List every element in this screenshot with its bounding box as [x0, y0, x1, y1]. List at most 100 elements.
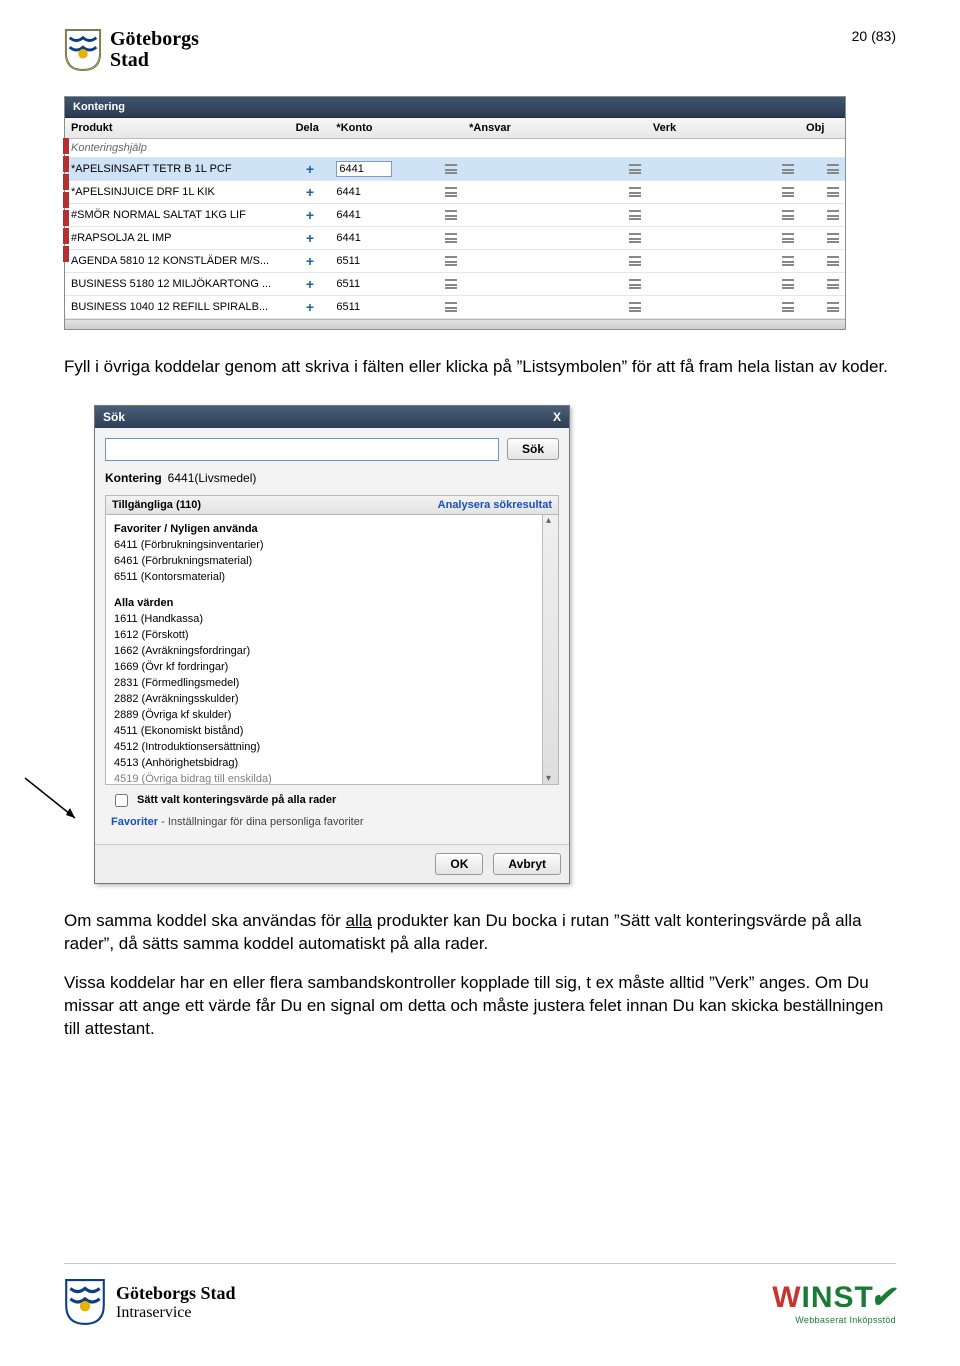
konto-value: 6511 [336, 278, 360, 290]
list-icon[interactable] [827, 256, 839, 266]
list-item[interactable]: 2882 (Avräkningsskulder) [112, 691, 540, 707]
cell-produkt: #SMÖR NORMAL SALTAT 1KG LIF [65, 204, 290, 227]
vertical-scrollbar[interactable] [542, 515, 558, 784]
plus-icon[interactable]: + [303, 253, 317, 269]
plus-icon[interactable]: + [303, 299, 317, 315]
table-row[interactable]: BUSINESS 5180 12 MILJÖKARTONG ... +6511 [65, 273, 845, 296]
list-item[interactable]: 4512 (Introduktionsersättning) [112, 739, 540, 755]
cell-produkt: *APELSINJUICE DRF 1L KIK [65, 181, 290, 204]
horizontal-scrollbar[interactable] [65, 319, 845, 329]
table-row[interactable]: BUSINESS 1040 12 REFILL SPIRALB... +6511 [65, 296, 845, 319]
list-icon[interactable] [782, 279, 794, 289]
konto-input[interactable] [336, 161, 392, 177]
list-icon[interactable] [445, 187, 457, 197]
col-produkt: Produkt [65, 118, 290, 139]
list-icon[interactable] [629, 187, 641, 197]
search-input[interactable] [105, 438, 499, 461]
table-row[interactable]: AGENDA 5810 12 KONSTLÄDER M/S...+6511 [65, 250, 845, 273]
search-button[interactable]: Sök [507, 438, 559, 460]
list-item [112, 585, 540, 591]
list-icon[interactable] [827, 164, 839, 174]
list-icon[interactable] [782, 210, 794, 220]
list-icon[interactable] [445, 279, 457, 289]
cell-produkt: *APELSINSAFT TETR B 1L PCF [65, 158, 290, 181]
page-number: 20 (83) [852, 28, 896, 44]
apply-all-rows-checkbox[interactable] [115, 794, 128, 807]
cell-produkt: BUSINESS 1040 12 REFILL SPIRALB... [65, 296, 290, 319]
table-row[interactable]: #RAPSOLJA 2L IMP +6441 [65, 227, 845, 250]
list-icon[interactable] [629, 256, 641, 266]
list-item[interactable]: 1611 (Handkassa) [112, 611, 540, 627]
list-icon[interactable] [629, 164, 641, 174]
list-item[interactable]: 1612 (Förskott) [112, 627, 540, 643]
list-icon[interactable] [629, 210, 641, 220]
list-icon[interactable] [782, 233, 794, 243]
footer-logo-intraservice: Göteborgs Stad Intraservice [64, 1278, 236, 1326]
plus-icon[interactable]: + [303, 184, 317, 200]
ok-button[interactable]: OK [435, 853, 483, 875]
list-section-head: Alla värden [112, 595, 540, 611]
plus-icon[interactable]: + [303, 207, 317, 223]
list-item[interactable]: 6461 (Förbrukningsmaterial) [112, 553, 540, 569]
list-icon[interactable] [827, 210, 839, 220]
list-icon[interactable] [827, 302, 839, 312]
col-dela: Dela [290, 118, 331, 139]
list-item[interactable]: 4519 (Övriga bidrag till enskilda) [112, 771, 540, 785]
panel-title: Kontering [65, 97, 845, 118]
col-verk: Verk [647, 118, 800, 139]
list-item[interactable]: 2889 (Övriga kf skulder) [112, 707, 540, 723]
list-icon[interactable] [782, 187, 794, 197]
list-item[interactable]: 6411 (Förbrukningsinventarier) [112, 537, 540, 553]
help-row: Konteringshjälp [65, 139, 845, 158]
list-item[interactable]: 2831 (Förmedlingsmedel) [112, 675, 540, 691]
logo-line2: Stad [110, 50, 199, 71]
plus-icon[interactable]: + [303, 276, 317, 292]
list-item[interactable]: 6511 (Kontorsmaterial) [112, 569, 540, 585]
paragraph-1: Fyll i övriga koddelar genom att skriva … [64, 356, 896, 379]
konto-value: 6511 [336, 301, 360, 313]
list-item[interactable]: 1669 (Övr kf fordringar) [112, 659, 540, 675]
col-ansvar: *Ansvar [463, 118, 647, 139]
list-section-head: Favoriter / Nyligen använda [112, 521, 540, 537]
list-icon[interactable] [629, 302, 641, 312]
list-item[interactable]: 4511 (Ekonomiskt bistånd) [112, 723, 540, 739]
footer-logo-winst: WINST✔ Webbaserat Inköpsstöd [772, 1280, 896, 1325]
list-item[interactable]: 4513 (Anhörighetsbidrag) [112, 755, 540, 771]
shield-icon [64, 28, 102, 72]
list-icon[interactable] [782, 256, 794, 266]
list-icon[interactable] [827, 233, 839, 243]
list-icon[interactable] [445, 210, 457, 220]
logo-goteborgs-stad: Göteborgs Stad [64, 28, 199, 72]
cell-produkt: #RAPSOLJA 2L IMP [65, 227, 290, 250]
table-row[interactable]: *APELSINSAFT TETR B 1L PCF + [65, 158, 845, 181]
konto-value: 6511 [336, 255, 360, 267]
close-icon[interactable]: X [553, 410, 561, 424]
analyse-results-link[interactable]: Analysera sökresultat [438, 499, 552, 511]
left-marker-bars [63, 138, 69, 264]
kontering-line: Kontering6441(Livsmedel) [105, 471, 559, 485]
konto-value: 6441 [336, 186, 360, 198]
plus-icon[interactable]: + [303, 230, 317, 246]
list-icon[interactable] [445, 233, 457, 243]
list-icon[interactable] [629, 233, 641, 243]
table-row[interactable]: #SMÖR NORMAL SALTAT 1KG LIF+6441 [65, 204, 845, 227]
list-icon[interactable] [445, 256, 457, 266]
list-item[interactable]: 1662 (Avräkningsfordringar) [112, 643, 540, 659]
table-row[interactable]: *APELSINJUICE DRF 1L KIK +6441 [65, 181, 845, 204]
konto-value: 6441 [336, 232, 360, 244]
cancel-button[interactable]: Avbryt [493, 853, 561, 875]
list-icon[interactable] [629, 279, 641, 289]
plus-icon[interactable]: + [303, 161, 317, 177]
list-icon[interactable] [827, 279, 839, 289]
list-icon[interactable] [445, 164, 457, 174]
favorites-settings-line[interactable]: Favoriter - Inställningar för dina perso… [105, 814, 559, 838]
col-konto: *Konto [330, 118, 463, 139]
list-icon[interactable] [782, 302, 794, 312]
paragraph-2: Om samma koddel ska användas för alla pr… [64, 910, 896, 956]
cell-produkt: BUSINESS 5180 12 MILJÖKARTONG ... [65, 273, 290, 296]
list-icon[interactable] [827, 187, 839, 197]
results-list: Favoriter / Nyligen använda6411 (Förbruk… [105, 515, 559, 785]
list-icon[interactable] [445, 302, 457, 312]
apply-all-rows-label: Sätt valt konteringsvärde på alla rader [137, 794, 336, 806]
list-icon[interactable] [782, 164, 794, 174]
